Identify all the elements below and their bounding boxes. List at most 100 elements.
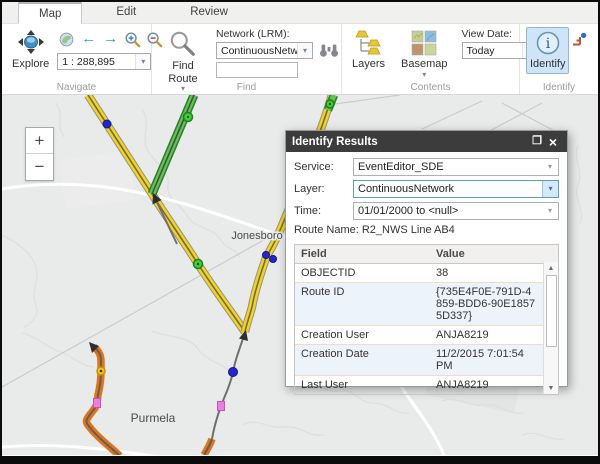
network-dropdown-button[interactable]: ▾ (297, 43, 312, 58)
identify-icon: i (535, 30, 561, 56)
identify-button[interactable]: i Identify (526, 27, 569, 74)
time-combobox[interactable]: 01/01/2000 to <null> ▾ (353, 202, 559, 220)
find-route-value-input[interactable] (216, 62, 298, 78)
layers-label: Layers (352, 58, 385, 71)
layer-value: ContinuousNetwork (354, 183, 542, 195)
tab-map[interactable]: Map (18, 2, 82, 24)
blue-point-marker[interactable] (270, 256, 277, 263)
service-value: EventEditor_SDE (354, 161, 542, 173)
field-cell: Creation Date (295, 345, 430, 375)
pink-square-marker[interactable] (94, 399, 101, 408)
route-orange-west[interactable] (86, 342, 120, 455)
tab-edit[interactable]: Edit (96, 2, 156, 23)
value-column-header: Value (430, 245, 543, 263)
time-label: Time: (294, 205, 353, 217)
event-editor-window: Map Edit Review Explore (0, 0, 600, 464)
service-label: Service: (294, 161, 353, 173)
table-body: OBJECTID 38 Route ID {735E4F0E-791D-4859… (295, 264, 543, 394)
basemap-button[interactable]: Basemap ▾ (397, 27, 451, 82)
chevron-down-icon: ▾ (303, 47, 307, 55)
value-cell: {735E4F0E-791D-4859-BDD6-90E18575D337} (430, 283, 543, 325)
tab-review[interactable]: Review (170, 2, 248, 23)
layer-combobox[interactable]: ContinuousNetwork ▾ (353, 180, 559, 198)
place-label-purmela: Purmela (131, 411, 176, 425)
zoom-in-magnifier-icon (124, 31, 141, 48)
table-row: Last User ANJA8219 (295, 376, 543, 394)
ribbon-tabbar: Map Edit Review (2, 2, 598, 24)
map-scale-dropdown-button[interactable]: ▾ (135, 54, 150, 69)
map-view[interactable]: Jonesboro Purmela + − Identify Results ❐… (2, 95, 598, 455)
layer-dropdown-button[interactable]: ▾ (542, 181, 558, 197)
scroll-down-icon[interactable]: ▼ (548, 382, 555, 394)
find-route-magnifier-icon (169, 30, 197, 58)
network-lrm-label: Network (LRM): (216, 28, 339, 40)
arrow-left-icon: ← (81, 32, 96, 46)
close-icon[interactable]: × (545, 135, 561, 149)
contents-group: Layers Basemap ▾ View Date: Today ▾ (342, 24, 520, 94)
field-cell: Creation User (295, 326, 430, 344)
terrain-patch (59, 150, 135, 209)
route-name-text: Route Name: R2_NWS Line AB4 (294, 224, 559, 240)
navigate-group-label: Navigate (2, 82, 151, 93)
network-value: ContinuousNetwork (217, 45, 297, 57)
field-cell: Last User (295, 376, 430, 394)
binoculars-icon[interactable] (319, 43, 339, 58)
layers-icon (355, 30, 382, 56)
map-zoom-in-button[interactable]: + (26, 128, 53, 154)
svg-text:i: i (545, 36, 550, 52)
table-scrollbar[interactable]: ▲ ▼ (543, 262, 558, 394)
basemap-label: Basemap (401, 58, 447, 71)
ribbon: Explore ← → (2, 24, 598, 95)
identify-route-tool-button[interactable] (569, 31, 588, 49)
pink-square-marker[interactable] (218, 402, 225, 411)
popup-title: Identify Results (292, 136, 529, 148)
previous-extent-button[interactable]: ← (79, 30, 98, 48)
layers-button[interactable]: Layers (348, 27, 389, 74)
scroll-up-icon[interactable]: ▲ (548, 262, 555, 274)
table-row: Route ID {735E4F0E-791D-4859-BDD6-90E185… (295, 283, 543, 326)
blue-point-marker[interactable] (263, 252, 270, 259)
chevron-down-icon: ▾ (548, 163, 552, 171)
view-date-value: Today (463, 45, 522, 57)
identify-label: Identify (530, 58, 565, 71)
scrollbar-thumb[interactable] (546, 275, 557, 347)
explore-icon (17, 30, 45, 56)
zoom-in-tool-button[interactable] (123, 30, 142, 48)
navigate-group: Explore ← → (2, 24, 152, 94)
time-dropdown-button[interactable]: ▾ (542, 203, 558, 219)
arrow-right-icon: → (103, 32, 118, 46)
maximize-icon[interactable]: ❐ (529, 136, 545, 147)
map-scale-combobox[interactable]: 1 : 288,895 ▾ (57, 53, 151, 70)
field-cell: OBJECTID (295, 264, 430, 282)
route-green-selected[interactable] (152, 95, 194, 194)
contents-group-label: Contents (342, 82, 519, 93)
table-row: Creation User ANJA8219 (295, 326, 543, 345)
full-extent-button[interactable] (57, 30, 76, 48)
explore-label: Explore (12, 58, 49, 71)
value-cell: 11/2/2015 7:01:54 PM (430, 345, 543, 375)
table-row: Creation Date 11/2/2015 7:01:54 PM (295, 345, 543, 376)
next-extent-button[interactable]: → (101, 30, 120, 48)
popup-body: Service: EventEditor_SDE ▾ Layer: Contin… (286, 152, 567, 395)
map-zoom-control: + − (25, 127, 54, 181)
field-cell: Route ID (295, 283, 430, 325)
blue-point-marker[interactable] (229, 368, 238, 377)
route-gray-south[interactable] (204, 330, 248, 455)
find-group: Find Route ▾ Network (LRM): ContinuousNe… (152, 24, 342, 94)
service-combobox[interactable]: EventEditor_SDE ▾ (353, 158, 559, 176)
chevron-down-icon: ▾ (422, 71, 426, 79)
route-yellow-main[interactable] (88, 95, 245, 332)
explore-button[interactable]: Explore (8, 27, 53, 74)
layer-label: Layer: (294, 183, 353, 195)
popup-titlebar[interactable]: Identify Results ❐ × (286, 131, 567, 152)
value-cell: ANJA8219 (430, 326, 543, 344)
service-dropdown-button[interactable]: ▾ (542, 159, 558, 175)
value-cell: ANJA8219 (430, 376, 543, 394)
network-combobox[interactable]: ContinuousNetwork ▾ (216, 42, 313, 59)
value-cell: 38 (430, 264, 543, 282)
blue-point-marker[interactable] (103, 120, 111, 128)
find-group-label: Find (152, 82, 341, 93)
chevron-down-icon: ▾ (548, 185, 552, 193)
map-zoom-out-button[interactable]: − (26, 154, 53, 180)
identify-group: i Identify Identify (520, 24, 598, 94)
